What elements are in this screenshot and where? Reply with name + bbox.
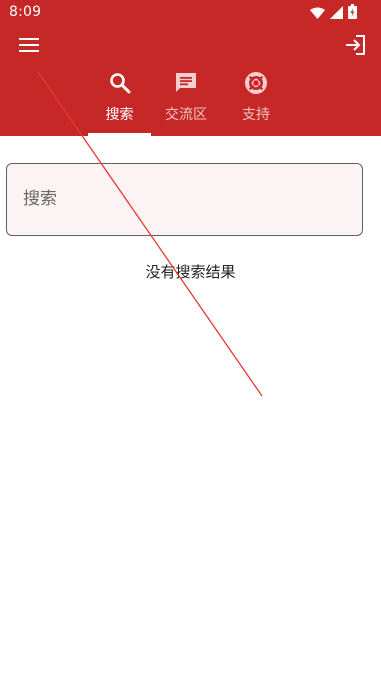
chat-icon [174, 71, 198, 95]
hamburger-menu-icon [18, 37, 40, 57]
tab-search[interactable]: 搜索 [88, 66, 151, 136]
status-time: 8:09 [9, 4, 42, 20]
lifebuoy-icon [244, 71, 268, 95]
login-icon [344, 34, 366, 60]
tab-forum-label: 交流区 [165, 107, 207, 123]
empty-results-message: 没有搜索结果 [145, 263, 236, 281]
tab-forum[interactable]: 交流区 [151, 66, 221, 136]
login-button[interactable] [340, 33, 370, 61]
app-header: 8:09 搜索 交流区 支持 [0, 0, 381, 136]
status-icons [310, 3, 357, 23]
tab-search-label: 搜索 [105, 107, 134, 123]
active-tab-indicator [88, 133, 151, 136]
battery-charging-icon [348, 3, 357, 23]
signal-icon [330, 4, 343, 23]
tab-bar: 搜索 交流区 支持 [88, 66, 298, 136]
tab-support-label: 支持 [242, 107, 270, 123]
status-bar: 8:09 [0, 0, 381, 26]
wifi-icon [310, 4, 325, 23]
tab-support[interactable]: 支持 [221, 66, 291, 136]
search-icon [108, 71, 132, 95]
search-input[interactable] [23, 184, 343, 214]
search-box[interactable] [6, 163, 363, 236]
menu-button[interactable] [14, 33, 44, 61]
